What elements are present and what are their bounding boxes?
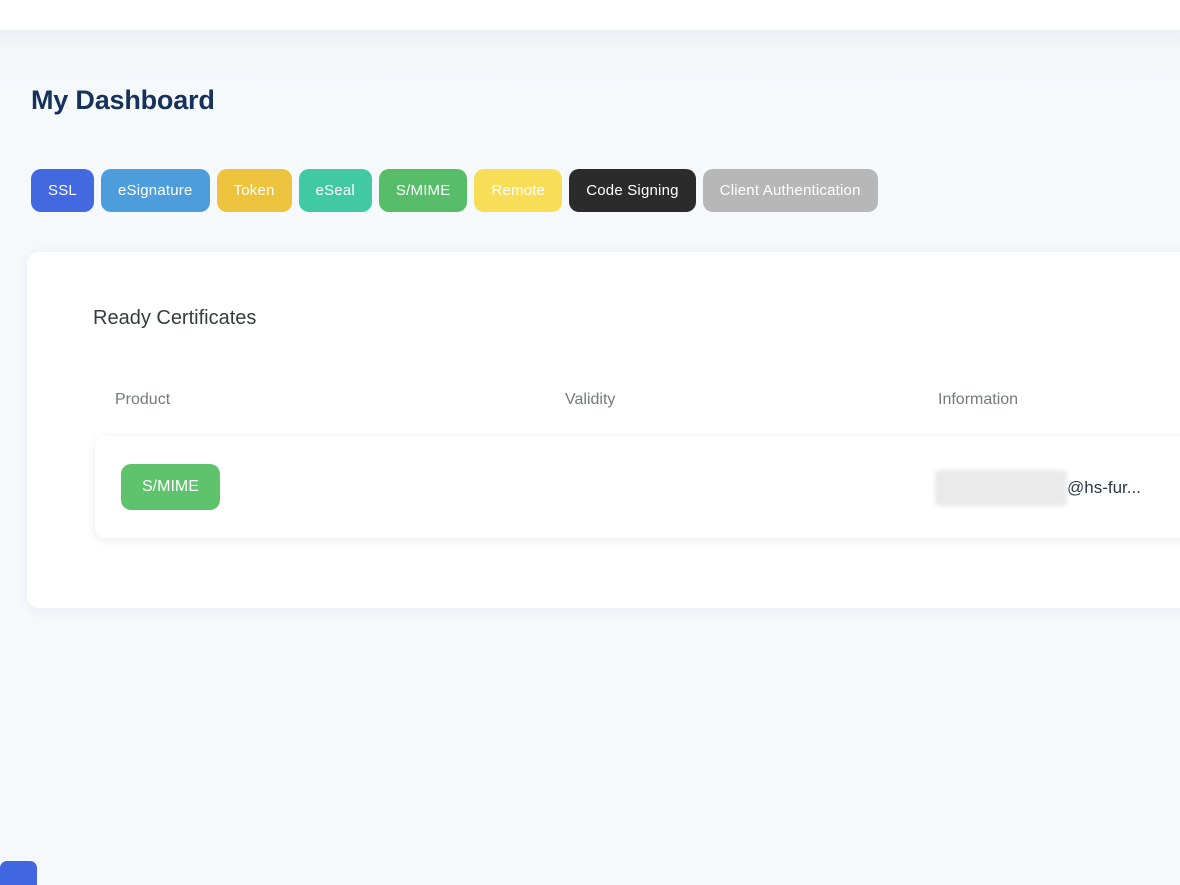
redacted-email-blur bbox=[935, 470, 1067, 506]
column-header-product: Product bbox=[115, 390, 170, 410]
filter-code-signing[interactable]: Code Signing bbox=[569, 169, 695, 212]
product-type-badge: S/MIME bbox=[121, 464, 220, 510]
filter-ssl[interactable]: SSL bbox=[31, 169, 94, 212]
filter-eseal[interactable]: eSeal bbox=[299, 169, 372, 212]
column-header-information: Information bbox=[938, 390, 1018, 410]
top-white-bar bbox=[0, 0, 1180, 30]
filter-esignature[interactable]: eSignature bbox=[101, 169, 210, 212]
page-title: My Dashboard bbox=[31, 84, 215, 116]
panel-title: Ready Certificates bbox=[93, 306, 256, 330]
certificate-row[interactable]: S/MIME @hs-fur... bbox=[95, 436, 1180, 538]
product-filter-bar: SSL eSignature Token eSeal S/MIME Remote… bbox=[31, 169, 878, 212]
column-header-validity: Validity bbox=[565, 390, 615, 410]
information-cell: @hs-fur... bbox=[935, 469, 1141, 507]
filter-client-authentication[interactable]: Client Authentication bbox=[703, 169, 878, 212]
filter-token[interactable]: Token bbox=[217, 169, 292, 212]
ready-certificates-panel: Ready Certificates Product Validity Info… bbox=[27, 252, 1180, 608]
filter-remote[interactable]: Remote bbox=[474, 169, 562, 212]
dashboard-page: My Dashboard SSL eSignature Token eSeal … bbox=[0, 30, 1180, 885]
certificate-email-text: @hs-fur... bbox=[1067, 478, 1141, 498]
filter-smime[interactable]: S/MIME bbox=[379, 169, 468, 212]
corner-widget-button[interactable] bbox=[0, 861, 37, 885]
